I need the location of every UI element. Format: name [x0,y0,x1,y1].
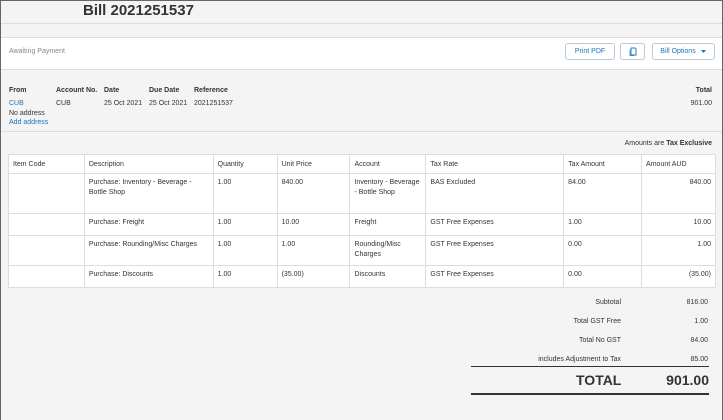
page-title: Bill 2021251537 [83,2,194,19]
tax-rate-cell: BAS Excluded [425,173,565,214]
bill-page: Bill 2021251537 Awaiting Payment Print P… [0,0,723,420]
bill-options-button[interactable]: Bill Options [652,43,715,60]
gst-free-row: Total GST Free 1.00 [471,318,716,337]
table-row: Purchase: Rounding/Misc Charges 1.00 1.0… [8,235,716,266]
item-code-cell [8,213,85,236]
subtotal-value: 816.00 [686,299,708,306]
quantity-cell: 1.00 [212,265,278,288]
date-label: Date [104,87,120,94]
no-gst-label: Total No GST [578,337,621,344]
no-gst-row: Total No GST 84.00 [471,337,716,356]
add-address-link[interactable]: Add address [9,119,48,126]
tax-amount-cell: 1.00 [563,213,643,236]
chevron-down-icon [700,50,706,53]
quantity-cell: 1.00 [212,235,278,266]
tax-amount-cell: 0.00 [563,235,643,266]
amount-cell: 1.00 [641,235,716,266]
description-cell: Purchase: Discounts [83,265,214,288]
title-bar: Bill 2021251537 [1,1,722,24]
grand-total: TOTAL 901.00 [471,366,709,395]
bill-options-label: Bill Options [660,48,696,55]
item-code-cell [8,235,85,266]
amount-cell: 10.00 [641,213,716,236]
gst-free-value: 1.00 [694,318,708,325]
unit-price-cell: 840.00 [276,173,351,214]
adjustment-label: includes Adjustment to Tax [538,356,621,363]
reference-value: 2021251537 [194,100,233,107]
total-label: Total [695,87,712,94]
grand-total-value: 901.00 [666,372,709,388]
col-quantity: Quantity [212,154,278,174]
amount-cell: 840.00 [641,173,716,214]
tax-note-prefix: Amounts are [624,140,665,147]
amount-cell: (35.00) [641,265,716,288]
tax-mode: Tax Exclusive [666,140,712,147]
quantity-cell: 1.00 [212,213,278,236]
line-items-table: Item Code Description Quantity Unit Pric… [8,154,716,288]
account-cell: Discounts [349,265,427,288]
no-address-text: No address [9,110,45,117]
item-code-cell [8,265,85,288]
account-label: Account No. [56,87,98,94]
tax-rate-cell: GST Free Expenses [425,235,565,266]
copy-button[interactable] [620,43,645,60]
account-cell: Rounding/Misc Charges [349,235,427,266]
adjustment-value: 85.00 [690,356,708,363]
col-tax-rate: Tax Rate [425,154,565,174]
due-date-label: Due Date [149,87,180,94]
line-items-section: Amounts are Tax Exclusive Item Code Desc… [1,131,722,420]
totals-summary: Subtotal 816.00 Total GST Free 1.00 Tota… [471,299,716,375]
tax-amount-cell: 84.00 [563,173,643,214]
subtotal-label: Subtotal [595,299,621,306]
from-contact-link[interactable]: CUB [9,100,24,107]
date-value: 25 Oct 2021 [104,100,143,107]
grand-total-label: TOTAL [576,372,622,388]
table-row: Purchase: Discounts 1.00 (35.00) Discoun… [8,265,716,288]
unit-price-cell: 10.00 [276,213,351,236]
unit-price-cell: (35.00) [276,265,351,288]
print-pdf-label: Print PDF [574,48,606,55]
account-value: CUB [56,100,71,107]
no-gst-value: 84.00 [690,337,708,344]
table-row: Purchase: Inventory - Beverage - Bottle … [8,173,716,214]
due-date-value: 25 Oct 2021 [149,100,188,107]
subtotal-row: Subtotal 816.00 [471,299,716,318]
table-row: Purchase: Freight 1.00 10.00 Freight GST… [8,213,716,236]
copy-icon [629,47,636,56]
total-value: 901.00 [690,100,712,107]
col-tax-amount: Tax Amount [563,154,643,174]
col-account: Account [349,154,427,174]
gst-free-label: Total GST Free [573,318,621,325]
account-cell: Freight [349,213,427,236]
unit-price-cell: 1.00 [276,235,351,266]
col-unit-price: Unit Price [276,154,351,174]
status-bar: Awaiting Payment Print PDF Bill Options [1,37,722,70]
description-cell: Purchase: Inventory - Beverage - Bottle … [83,173,214,214]
col-item-code: Item Code [8,154,85,174]
col-amount-aud: Amount AUD [641,154,716,174]
reference-label: Reference [194,87,228,94]
description-cell: Purchase: Freight [83,213,214,236]
account-cell: Inventory - Beverage - Bottle Shop [349,173,427,214]
tax-rate-cell: GST Free Expenses [425,213,565,236]
item-code-cell [8,173,85,214]
from-label: From [9,87,27,94]
status-label: Awaiting Payment [9,48,65,55]
description-cell: Purchase: Rounding/Misc Charges [83,235,214,266]
col-description: Description [83,154,214,174]
bill-details: From CUB No address Add address Account … [1,70,722,130]
tax-rate-cell: GST Free Expenses [425,265,565,288]
table-header-row: Item Code Description Quantity Unit Pric… [8,154,716,174]
print-pdf-button[interactable]: Print PDF [565,43,615,60]
quantity-cell: 1.00 [212,173,278,214]
tax-amount-cell: 0.00 [563,265,643,288]
tax-mode-note: Amounts are Tax Exclusive [625,140,712,147]
